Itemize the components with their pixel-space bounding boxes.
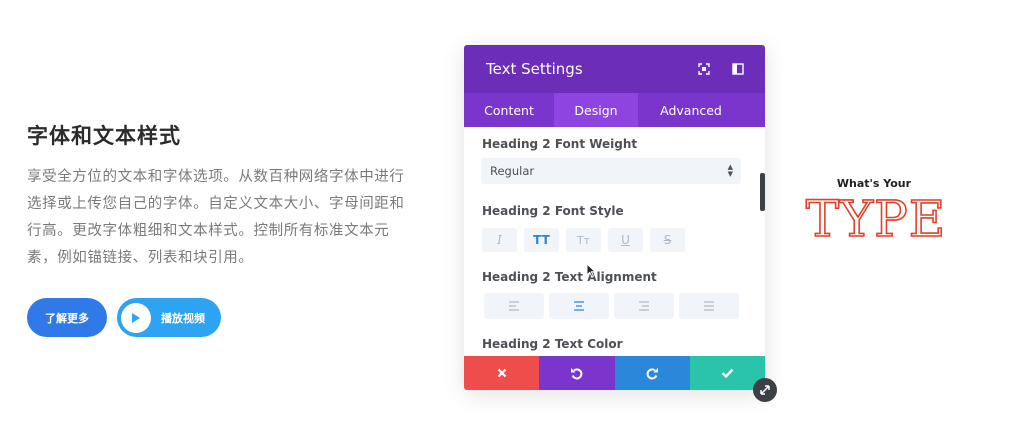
preview-subtitle: What's Your <box>836 177 912 190</box>
text-color-label: Heading 2 Text Color <box>482 337 623 351</box>
preview-headline: TYPE <box>805 190 947 248</box>
close-icon <box>497 368 506 378</box>
align-justify-icon <box>704 301 714 311</box>
underline-button[interactable]: U <box>608 228 643 252</box>
align-center-icon <box>574 301 584 311</box>
italic-button[interactable]: I <box>482 228 517 252</box>
check-icon <box>721 368 734 378</box>
align-left-button[interactable] <box>484 293 544 319</box>
select-arrows-icon: ▲ ▼ <box>727 163 733 178</box>
resize-handle[interactable] <box>753 378 777 402</box>
redo-icon <box>646 367 658 379</box>
align-right-button[interactable] <box>614 293 674 319</box>
hero-description: 享受全方位的文本和字体选项。从数百种网络字体中进行选择或上传您自己的字体。自定义… <box>27 169 405 266</box>
fullscreen-icon[interactable] <box>697 62 711 76</box>
panel-header: Text Settings <box>464 45 765 93</box>
panel-scrollbar[interactable] <box>760 173 765 211</box>
learn-more-label: 了解更多 <box>45 311 89 325</box>
font-weight-select[interactable]: Regular ▲ ▼ <box>481 158 741 184</box>
alignment-buttons <box>484 293 739 319</box>
undo-icon <box>571 367 583 379</box>
panel-body: Heading 2 Font Weight Regular ▲ ▼ Heading… <box>464 127 765 357</box>
split-view-icon[interactable] <box>731 62 745 76</box>
undo-button[interactable] <box>539 356 615 390</box>
panel-tabs: Content Design Advanced <box>464 93 765 127</box>
align-center-button[interactable] <box>549 293 609 319</box>
font-style-buttons: I TT Tт U S <box>482 228 685 252</box>
font-weight-label: Heading 2 Font Weight <box>482 137 638 151</box>
uppercase-button[interactable]: TT <box>524 228 559 252</box>
align-left-icon <box>509 301 519 311</box>
smallcaps-button[interactable]: Tт <box>566 228 601 252</box>
hero-section: 字体和文本样式 享受全方位的文本和字体选项。从数百种网络字体中进行选择或上传您自… <box>27 120 407 272</box>
tab-advanced[interactable]: Advanced <box>638 93 744 127</box>
hero-buttons: 了解更多 播放视频 <box>27 298 221 337</box>
resize-icon <box>760 385 770 395</box>
panel-title: Text Settings <box>486 60 583 78</box>
hero-title: 字体和文本样式 <box>27 124 181 148</box>
align-justify-button[interactable] <box>679 293 739 319</box>
font-weight-value: Regular <box>490 164 535 178</box>
tab-design[interactable]: Design <box>554 93 638 127</box>
align-right-icon <box>639 301 649 311</box>
text-settings-panel: Text Settings Content Design Advanced He… <box>464 45 765 390</box>
play-video-label: 播放视频 <box>161 311 205 325</box>
redo-button[interactable] <box>614 356 690 390</box>
play-video-button[interactable]: 播放视频 <box>117 298 221 337</box>
strikethrough-button[interactable]: S <box>650 228 685 252</box>
discard-button[interactable] <box>464 356 540 390</box>
panel-footer <box>464 356 765 390</box>
mouse-cursor-icon <box>586 263 596 278</box>
play-icon <box>121 302 151 333</box>
tab-content[interactable]: Content <box>464 93 554 127</box>
alignment-label: Heading 2 Text Alignment <box>482 270 657 284</box>
learn-more-button[interactable]: 了解更多 <box>27 298 107 337</box>
font-style-label: Heading 2 Font Style <box>482 204 624 218</box>
